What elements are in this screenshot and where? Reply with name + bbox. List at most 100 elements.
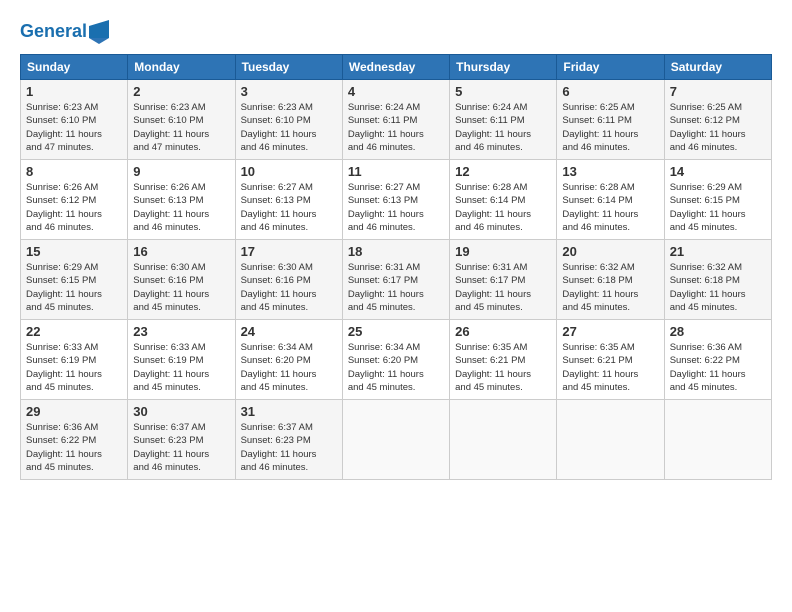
day-info: Sunrise: 6:24 AMSunset: 6:11 PMDaylight:… bbox=[348, 101, 444, 154]
day-cell bbox=[342, 400, 449, 480]
logo-icon bbox=[89, 20, 109, 44]
day-number: 12 bbox=[455, 164, 551, 179]
day-cell: 31 Sunrise: 6:37 AMSunset: 6:23 PMDayligh… bbox=[235, 400, 342, 480]
week-row-1: 8 Sunrise: 6:26 AMSunset: 6:12 PMDaylight… bbox=[21, 160, 772, 240]
day-info: Sunrise: 6:37 AMSunset: 6:23 PMDaylight:… bbox=[241, 421, 337, 474]
day-number: 2 bbox=[133, 84, 229, 99]
day-cell: 23 Sunrise: 6:33 AMSunset: 6:19 PMDayligh… bbox=[128, 320, 235, 400]
day-info: Sunrise: 6:31 AMSunset: 6:17 PMDaylight:… bbox=[348, 261, 444, 314]
day-cell: 15 Sunrise: 6:29 AMSunset: 6:15 PMDayligh… bbox=[21, 240, 128, 320]
day-number: 18 bbox=[348, 244, 444, 259]
day-number: 29 bbox=[26, 404, 122, 419]
day-number: 8 bbox=[26, 164, 122, 179]
day-number: 31 bbox=[241, 404, 337, 419]
day-number: 14 bbox=[670, 164, 766, 179]
day-cell: 14 Sunrise: 6:29 AMSunset: 6:15 PMDayligh… bbox=[664, 160, 771, 240]
day-info: Sunrise: 6:26 AMSunset: 6:12 PMDaylight:… bbox=[26, 181, 122, 234]
logo: General bbox=[20, 20, 109, 44]
day-number: 5 bbox=[455, 84, 551, 99]
day-info: Sunrise: 6:29 AMSunset: 6:15 PMDaylight:… bbox=[26, 261, 122, 314]
col-header-thursday: Thursday bbox=[450, 55, 557, 80]
week-row-2: 15 Sunrise: 6:29 AMSunset: 6:15 PMDayligh… bbox=[21, 240, 772, 320]
day-info: Sunrise: 6:24 AMSunset: 6:11 PMDaylight:… bbox=[455, 101, 551, 154]
day-cell: 5 Sunrise: 6:24 AMSunset: 6:11 PMDaylight… bbox=[450, 80, 557, 160]
day-cell: 6 Sunrise: 6:25 AMSunset: 6:11 PMDaylight… bbox=[557, 80, 664, 160]
logo-text: General bbox=[20, 21, 87, 43]
day-number: 6 bbox=[562, 84, 658, 99]
day-cell: 3Sunrise: 6:23 AMSunset: 6:10 PMDaylight… bbox=[235, 80, 342, 160]
day-info: Sunrise: 6:25 AMSunset: 6:12 PMDaylight:… bbox=[670, 101, 766, 154]
day-info: Sunrise: 6:30 AMSunset: 6:16 PMDaylight:… bbox=[241, 261, 337, 314]
day-info: Sunrise: 6:31 AMSunset: 6:17 PMDaylight:… bbox=[455, 261, 551, 314]
day-info: Sunrise: 6:33 AMSunset: 6:19 PMDaylight:… bbox=[26, 341, 122, 394]
day-cell: 17 Sunrise: 6:30 AMSunset: 6:16 PMDayligh… bbox=[235, 240, 342, 320]
day-cell: 12 Sunrise: 6:28 AMSunset: 6:14 PMDayligh… bbox=[450, 160, 557, 240]
day-cell: 7 Sunrise: 6:25 AMSunset: 6:12 PMDaylight… bbox=[664, 80, 771, 160]
day-number: 10 bbox=[241, 164, 337, 179]
col-header-friday: Friday bbox=[557, 55, 664, 80]
day-number: 30 bbox=[133, 404, 229, 419]
day-info: Sunrise: 6:32 AMSunset: 6:18 PMDaylight:… bbox=[562, 261, 658, 314]
day-info: Sunrise: 6:28 AMSunset: 6:14 PMDaylight:… bbox=[455, 181, 551, 234]
week-row-4: 29Sunrise: 6:36 AMSunset: 6:22 PMDayligh… bbox=[21, 400, 772, 480]
day-cell: 19 Sunrise: 6:31 AMSunset: 6:17 PMDayligh… bbox=[450, 240, 557, 320]
day-info: Sunrise: 6:28 AMSunset: 6:14 PMDaylight:… bbox=[562, 181, 658, 234]
day-cell: 30 Sunrise: 6:37 AMSunset: 6:23 PMDayligh… bbox=[128, 400, 235, 480]
day-cell: 25Sunrise: 6:34 AMSunset: 6:20 PMDayligh… bbox=[342, 320, 449, 400]
day-info: Sunrise: 6:32 AMSunset: 6:18 PMDaylight:… bbox=[670, 261, 766, 314]
day-cell: 2 Sunrise: 6:23 AMSunset: 6:10 PMDaylight… bbox=[128, 80, 235, 160]
day-number: 26 bbox=[455, 324, 551, 339]
day-number: 21 bbox=[670, 244, 766, 259]
day-info: Sunrise: 6:26 AMSunset: 6:13 PMDaylight:… bbox=[133, 181, 229, 234]
day-info: Sunrise: 6:27 AMSunset: 6:13 PMDaylight:… bbox=[348, 181, 444, 234]
day-cell: 28 Sunrise: 6:36 AMSunset: 6:22 PMDayligh… bbox=[664, 320, 771, 400]
day-number: 24 bbox=[241, 324, 337, 339]
day-info: Sunrise: 6:34 AMSunset: 6:20 PMDaylight:… bbox=[241, 341, 337, 394]
page: General SundayMondayTuesdayWednesdayThur… bbox=[0, 0, 792, 612]
day-number: 7 bbox=[670, 84, 766, 99]
day-number: 17 bbox=[241, 244, 337, 259]
day-cell: 1Sunrise: 6:23 AMSunset: 6:10 PMDaylight… bbox=[21, 80, 128, 160]
day-info: Sunrise: 6:35 AMSunset: 6:21 PMDaylight:… bbox=[455, 341, 551, 394]
day-cell: 16Sunrise: 6:30 AMSunset: 6:16 PMDayligh… bbox=[128, 240, 235, 320]
day-cell bbox=[664, 400, 771, 480]
day-number: 28 bbox=[670, 324, 766, 339]
week-row-3: 22 Sunrise: 6:33 AMSunset: 6:19 PMDayligh… bbox=[21, 320, 772, 400]
day-number: 22 bbox=[26, 324, 122, 339]
week-row-0: 1Sunrise: 6:23 AMSunset: 6:10 PMDaylight… bbox=[21, 80, 772, 160]
calendar-header-row: SundayMondayTuesdayWednesdayThursdayFrid… bbox=[21, 55, 772, 80]
day-number: 27 bbox=[562, 324, 658, 339]
day-number: 13 bbox=[562, 164, 658, 179]
day-number: 9 bbox=[133, 164, 229, 179]
day-number: 15 bbox=[26, 244, 122, 259]
calendar-table: SundayMondayTuesdayWednesdayThursdayFrid… bbox=[20, 54, 772, 480]
day-cell: 20 Sunrise: 6:32 AMSunset: 6:18 PMDayligh… bbox=[557, 240, 664, 320]
day-cell: 29Sunrise: 6:36 AMSunset: 6:22 PMDayligh… bbox=[21, 400, 128, 480]
day-number: 25 bbox=[348, 324, 444, 339]
col-header-tuesday: Tuesday bbox=[235, 55, 342, 80]
day-cell: 24 Sunrise: 6:34 AMSunset: 6:20 PMDayligh… bbox=[235, 320, 342, 400]
header: General bbox=[20, 20, 772, 44]
day-number: 20 bbox=[562, 244, 658, 259]
day-number: 19 bbox=[455, 244, 551, 259]
day-info: Sunrise: 6:25 AMSunset: 6:11 PMDaylight:… bbox=[562, 101, 658, 154]
col-header-wednesday: Wednesday bbox=[342, 55, 449, 80]
day-cell bbox=[557, 400, 664, 480]
day-cell: 18 Sunrise: 6:31 AMSunset: 6:17 PMDayligh… bbox=[342, 240, 449, 320]
col-header-monday: Monday bbox=[128, 55, 235, 80]
day-number: 16 bbox=[133, 244, 229, 259]
day-cell: 26 Sunrise: 6:35 AMSunset: 6:21 PMDayligh… bbox=[450, 320, 557, 400]
day-cell: 9 Sunrise: 6:26 AMSunset: 6:13 PMDaylight… bbox=[128, 160, 235, 240]
day-cell: 22 Sunrise: 6:33 AMSunset: 6:19 PMDayligh… bbox=[21, 320, 128, 400]
day-info: Sunrise: 6:37 AMSunset: 6:23 PMDaylight:… bbox=[133, 421, 229, 474]
day-number: 11 bbox=[348, 164, 444, 179]
day-info: Sunrise: 6:23 AMSunset: 6:10 PMDaylight:… bbox=[26, 101, 122, 154]
day-cell: 11 Sunrise: 6:27 AMSunset: 6:13 PMDayligh… bbox=[342, 160, 449, 240]
day-info: Sunrise: 6:36 AMSunset: 6:22 PMDaylight:… bbox=[670, 341, 766, 394]
day-cell: 21 Sunrise: 6:32 AMSunset: 6:18 PMDayligh… bbox=[664, 240, 771, 320]
day-info: Sunrise: 6:23 AMSunset: 6:10 PMDaylight:… bbox=[133, 101, 229, 154]
day-number: 23 bbox=[133, 324, 229, 339]
col-header-saturday: Saturday bbox=[664, 55, 771, 80]
day-info: Sunrise: 6:33 AMSunset: 6:19 PMDaylight:… bbox=[133, 341, 229, 394]
day-info: Sunrise: 6:29 AMSunset: 6:15 PMDaylight:… bbox=[670, 181, 766, 234]
